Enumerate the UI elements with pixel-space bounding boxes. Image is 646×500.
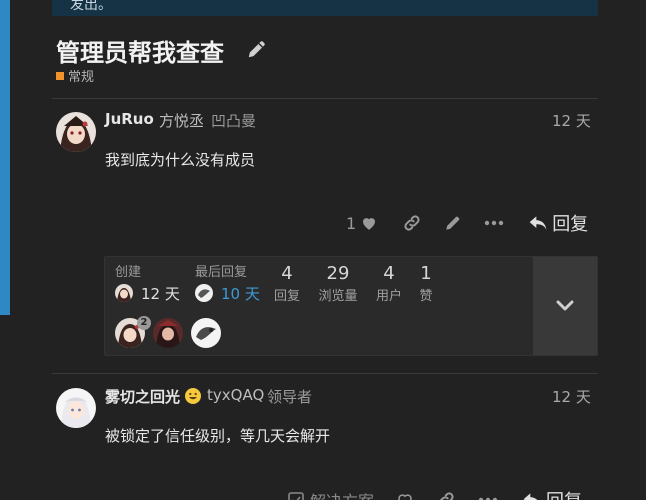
like-count[interactable]: 1 xyxy=(346,214,356,233)
link-icon[interactable] xyxy=(402,213,422,233)
post-body: 我到底为什么没有成员 xyxy=(105,151,256,169)
heart-outline-icon[interactable] xyxy=(396,491,414,500)
solution-checkbox-icon[interactable] xyxy=(288,492,304,500)
reply-label: 回复 xyxy=(546,487,582,500)
more-options-icon[interactable] xyxy=(484,220,504,226)
created-value[interactable]: 12 天 xyxy=(141,283,180,304)
post-full-name: tyxQAQ xyxy=(207,386,265,404)
participant-avatar[interactable] xyxy=(191,318,221,348)
reply-label: 回复 xyxy=(552,214,589,235)
expand-topic-map-button[interactable] xyxy=(533,257,597,355)
post-body: 被锁定了信任级别，等几天会解开 xyxy=(105,427,331,445)
avatar[interactable] xyxy=(56,112,96,152)
participant-avatar[interactable] xyxy=(153,318,183,348)
last-reply-avatar[interactable] xyxy=(195,284,213,302)
created-label: 创建 xyxy=(115,265,142,280)
solution-label[interactable]: 解决方案 xyxy=(310,488,374,500)
views-count: 29 xyxy=(326,263,350,284)
replies-count: 4 xyxy=(281,263,293,284)
avatar[interactable] xyxy=(56,388,96,428)
post-actions: 1 回复 xyxy=(346,210,588,236)
creator-avatar[interactable] xyxy=(115,284,133,302)
category-color-swatch xyxy=(56,71,64,80)
likes-label: 赞 xyxy=(419,289,433,304)
post-user-title: 凹凸曼 xyxy=(211,112,257,130)
topic-page: 发出。 管理员帮我查查 常规 JuRuo 方悦丞 凹凸曼 12 天 我到底为什么… xyxy=(0,0,646,500)
divider xyxy=(52,373,598,374)
divider xyxy=(52,98,598,99)
reply-arrow-icon xyxy=(523,493,538,500)
topic-map: 创建 12 天 最后回复 10 天 4 回复 29 浏览量 4 用户 1 赞 2 xyxy=(104,256,598,356)
last-reply-value[interactable]: 10 天 xyxy=(221,283,260,304)
post-date[interactable]: 12 天 xyxy=(552,110,591,131)
post-username[interactable]: JuRuo xyxy=(105,110,154,128)
post-username-text: 雾切之回光 xyxy=(105,388,181,406)
post-full-name: 方悦丞 xyxy=(159,112,205,130)
reply-arrow-icon xyxy=(529,216,547,230)
chevron-down-icon xyxy=(556,300,574,311)
left-accent-bar xyxy=(0,0,10,315)
notice-banner: 发出。 xyxy=(52,0,598,16)
link-icon[interactable] xyxy=(436,490,456,500)
reply-button[interactable]: 回复 xyxy=(522,487,582,500)
edit-pencil-icon[interactable] xyxy=(444,214,462,232)
topic-title[interactable]: 管理员帮我查查 xyxy=(56,33,224,68)
reply-button[interactable]: 回复 xyxy=(528,210,588,236)
banner-text: 发出。 xyxy=(70,0,112,13)
views-label: 浏览量 xyxy=(318,289,358,304)
replies-label: 回复 xyxy=(273,289,300,304)
heart-icon[interactable] xyxy=(360,214,378,232)
participant-post-count-badge: 2 xyxy=(137,316,151,330)
post-actions: 解决方案 回复 xyxy=(288,487,582,500)
likes-count: 1 xyxy=(420,263,432,284)
post-user-title: 领导者 xyxy=(267,388,313,406)
last-reply-label: 最后回复 xyxy=(195,265,248,280)
post-username[interactable]: 雾切之回光 xyxy=(105,386,202,407)
category-label: 常规 xyxy=(68,70,95,85)
post-date[interactable]: 12 天 xyxy=(552,386,591,407)
edit-title-pencil-icon[interactable] xyxy=(246,38,268,60)
category-badge[interactable]: 常规 xyxy=(56,66,94,85)
grinning-emoji-icon xyxy=(185,388,202,404)
